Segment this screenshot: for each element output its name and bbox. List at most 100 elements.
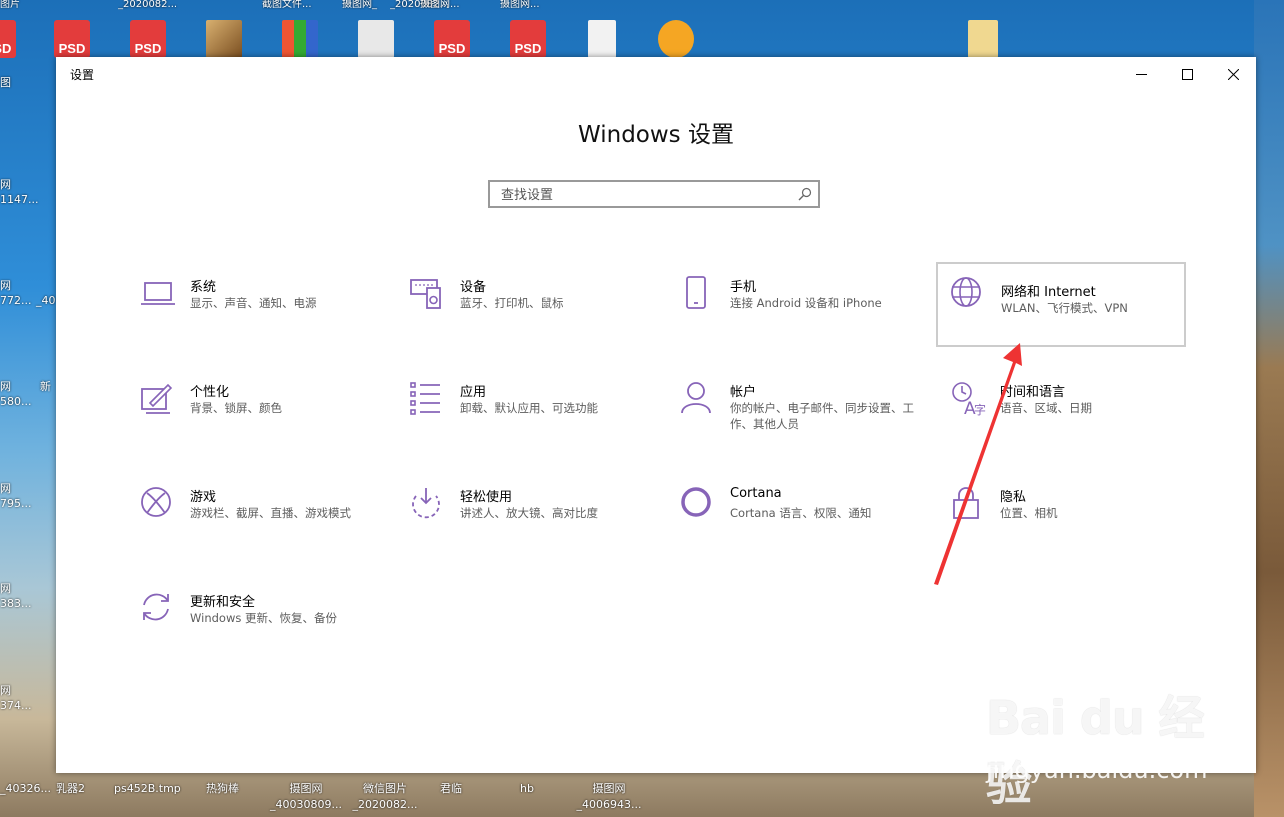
psd-file-icon[interactable]: PSD bbox=[434, 20, 470, 58]
tile-update-security[interactable]: 更新和安全 Windows 更新、恢复、备份 bbox=[140, 591, 390, 671]
svg-text:字: 字 bbox=[974, 402, 986, 417]
desktop-icon-label[interactable]: 摄图网_4006943... bbox=[574, 781, 644, 813]
image-file-icon[interactable] bbox=[588, 20, 616, 58]
tile-subtitle: Windows 更新、恢复、备份 bbox=[190, 611, 337, 625]
tile-subtitle: 蓝牙、打印机、鼠标 bbox=[460, 296, 564, 310]
search-icon[interactable] bbox=[798, 187, 812, 201]
desktop-icon-label[interactable]: 1147... bbox=[0, 193, 38, 206]
desktop-icon-label[interactable]: 374... bbox=[0, 699, 32, 712]
desktop-icon-label[interactable]: ps452B.tmp bbox=[114, 781, 181, 797]
lock-icon bbox=[950, 486, 986, 522]
account-icon bbox=[680, 381, 716, 417]
tile-cortana[interactable]: Cortana Cortana 语言、权限、通知 bbox=[680, 486, 930, 566]
time-language-icon: A字 bbox=[950, 381, 986, 419]
tile-devices[interactable]: 设备 蓝牙、打印机、鼠标 bbox=[410, 276, 660, 356]
apps-icon bbox=[410, 381, 446, 417]
close-button[interactable] bbox=[1210, 57, 1256, 91]
desktop-icon-label[interactable]: _40 bbox=[36, 294, 56, 307]
desktop-icon-label[interactable]: 网 bbox=[0, 378, 11, 394]
search-input[interactable] bbox=[499, 182, 793, 208]
desktop-icon-label: 摄图网... bbox=[500, 0, 540, 10]
desktop-icon-label[interactable]: 795... bbox=[0, 497, 32, 510]
desktop-icon-label[interactable]: 图 bbox=[0, 74, 11, 90]
search-box[interactable] bbox=[488, 180, 820, 208]
tile-title: 个性化 bbox=[190, 385, 230, 400]
update-icon bbox=[140, 591, 176, 627]
desktop-icon-label[interactable]: 新 bbox=[40, 378, 51, 394]
tile-personalization[interactable]: 个性化 背景、锁屏、颜色 bbox=[140, 381, 390, 461]
tile-subtitle: 连接 Android 设备和 iPhone bbox=[730, 296, 882, 310]
desktop-icon-label[interactable]: _40326... bbox=[0, 781, 51, 797]
desktop-icon-label[interactable]: 网 bbox=[0, 277, 11, 293]
laptop-icon bbox=[140, 276, 176, 312]
tile-title: Cortana bbox=[730, 486, 782, 501]
desktop-icon-label[interactable]: 君临 bbox=[440, 781, 462, 797]
desktop-icon-label[interactable]: 微信图片_2020082... bbox=[350, 781, 420, 813]
tile-gaming[interactable]: 游戏 游戏栏、截屏、直播、游戏模式 bbox=[140, 486, 390, 566]
tile-title: 应用 bbox=[460, 385, 487, 400]
desktop-icon-label[interactable]: 383... bbox=[0, 597, 32, 610]
tile-accounts[interactable]: 帐户 你的帐户、电子邮件、同步设置、工作、其他人员 bbox=[680, 381, 930, 461]
desktop-icon-label[interactable]: 热狗棒 bbox=[206, 781, 239, 797]
devices-icon bbox=[410, 276, 446, 312]
tile-title: 网络和 Internet bbox=[1001, 285, 1096, 300]
tile-title: 时间和语言 bbox=[1000, 385, 1066, 400]
minimize-button[interactable] bbox=[1118, 57, 1164, 91]
desktop-icon-label: 摄图网... bbox=[420, 0, 460, 10]
globe-icon bbox=[950, 276, 986, 312]
window-title: 设置 bbox=[70, 68, 95, 82]
desktop-icon-label[interactable]: 772... bbox=[0, 294, 32, 307]
tile-subtitle: 显示、声音、通知、电源 bbox=[190, 296, 317, 310]
tile-apps[interactable]: 应用 卸载、默认应用、可选功能 bbox=[410, 381, 660, 461]
tile-title: 系统 bbox=[190, 280, 217, 295]
archive-file-icon[interactable] bbox=[282, 20, 318, 58]
desktop-icon-label[interactable]: 摄图网_40030809... bbox=[266, 781, 346, 813]
document-file-icon[interactable] bbox=[358, 20, 394, 58]
tile-title: 轻松使用 bbox=[460, 490, 513, 505]
maximize-button[interactable] bbox=[1164, 57, 1210, 91]
tile-title: 帐户 bbox=[730, 385, 757, 400]
page-title: Windows 设置 bbox=[578, 122, 734, 148]
image-file-icon[interactable] bbox=[206, 20, 242, 58]
tile-privacy[interactable]: 隐私 位置、相机 bbox=[950, 486, 1200, 566]
desktop-wallpaper-edge bbox=[1254, 0, 1284, 817]
tile-subtitle: 游戏栏、截屏、直播、游戏模式 bbox=[190, 506, 351, 520]
title-bar[interactable]: 设置 bbox=[56, 57, 1256, 91]
tile-system[interactable]: 系统 显示、声音、通知、电源 bbox=[140, 276, 390, 356]
desktop-icon-label: 截图文件... bbox=[262, 0, 312, 10]
tile-subtitle: 位置、相机 bbox=[1000, 506, 1058, 520]
psd-file-icon[interactable]: PSD bbox=[54, 20, 90, 58]
desktop-icon-label[interactable]: hb bbox=[520, 781, 534, 797]
minimize-icon bbox=[1135, 73, 1147, 75]
tile-title: 隐私 bbox=[1000, 490, 1027, 505]
desktop-left-icons: 图 网 1147... 网 772... _40 网 580... 新 网 79… bbox=[0, 0, 56, 817]
tile-subtitle: WLAN、飞行模式、VPN bbox=[1001, 301, 1128, 315]
tile-title: 设备 bbox=[460, 280, 487, 295]
tile-subtitle: 语音、区域、日期 bbox=[1000, 401, 1092, 415]
psd-file-icon[interactable]: PSD bbox=[130, 20, 166, 58]
mango-image-icon[interactable] bbox=[658, 20, 694, 58]
tile-subtitle: 你的帐户、电子邮件、同步设置、工作、其他人员 bbox=[730, 401, 914, 431]
close-icon bbox=[1227, 68, 1239, 80]
desktop-icon-label[interactable]: 580... bbox=[0, 395, 32, 408]
xbox-icon bbox=[140, 486, 176, 522]
desktop-icon-label[interactable]: 网 bbox=[0, 580, 11, 596]
tile-title: 更新和安全 bbox=[190, 595, 256, 610]
maximize-icon bbox=[1181, 68, 1193, 80]
cortana-icon bbox=[680, 486, 716, 522]
desktop-icon-label[interactable]: 乳器2 bbox=[56, 781, 85, 797]
ease-of-access-icon bbox=[410, 486, 446, 522]
folder-icon[interactable] bbox=[968, 20, 998, 58]
personalization-icon bbox=[140, 381, 176, 417]
tile-time-language[interactable]: A字 时间和语言 语音、区域、日期 bbox=[950, 381, 1200, 461]
tile-subtitle: Cortana 语言、权限、通知 bbox=[730, 506, 872, 520]
tile-network-internet[interactable]: 网络和 Internet WLAN、飞行模式、VPN bbox=[936, 262, 1186, 347]
tile-ease-of-access[interactable]: 轻松使用 讲述人、放大镜、高对比度 bbox=[410, 486, 660, 566]
settings-window: 设置 Windows 设置 系统 显示、声音、通知、电源 设备 蓝牙、打印机、鼠… bbox=[56, 57, 1256, 773]
desktop-icon-label[interactable]: 网 bbox=[0, 176, 11, 192]
desktop-icon-label[interactable]: 网 bbox=[0, 480, 11, 496]
desktop-icon-label[interactable]: 网 bbox=[0, 682, 11, 698]
tile-phone[interactable]: 手机 连接 Android 设备和 iPhone bbox=[680, 276, 930, 356]
psd-file-icon[interactable]: PSD bbox=[510, 20, 546, 58]
tile-subtitle: 卸载、默认应用、可选功能 bbox=[460, 401, 598, 415]
